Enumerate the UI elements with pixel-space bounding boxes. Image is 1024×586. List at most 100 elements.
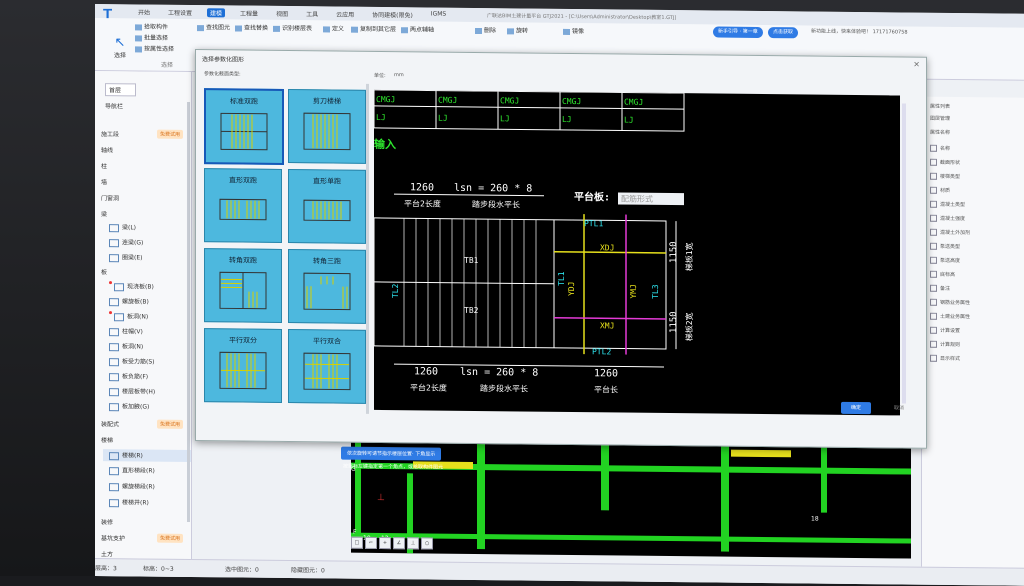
- menu-igms[interactable]: IGMS: [428, 10, 449, 19]
- nav-earthwork[interactable]: 土方: [101, 549, 113, 558]
- checkbox-icon[interactable]: [930, 159, 937, 166]
- hint-toast[interactable]: 依次旋转可请节指示楼层位置· 下角显示: [341, 447, 441, 461]
- nav-scrollbar[interactable]: [187, 102, 190, 522]
- nav-beam-l[interactable]: 梁(L): [109, 222, 136, 232]
- select-by-attr-button[interactable]: 按属性选择: [135, 43, 174, 52]
- snap-button[interactable]: +: [379, 537, 391, 549]
- snap-button[interactable]: ∠: [393, 537, 405, 549]
- copy-to-floor-button[interactable]: 复制到其它层: [351, 24, 396, 33]
- cancel-button[interactable]: 取消: [884, 402, 914, 414]
- menu-cloud[interactable]: 云应用: [333, 9, 357, 18]
- prop-tab-layers[interactable]: 图层管理: [930, 115, 950, 122]
- checkbox-icon[interactable]: [930, 257, 937, 264]
- checkbox-icon[interactable]: [930, 229, 937, 236]
- prop-row[interactable]: 泵送高度: [930, 257, 960, 264]
- close-icon[interactable]: ×: [913, 60, 920, 69]
- nav-decoration[interactable]: 装修: [101, 517, 113, 526]
- nav-construction-section[interactable]: 施工段: [101, 129, 119, 138]
- prop-row[interactable]: 截面形状: [930, 159, 960, 166]
- nav-stair-r[interactable]: 楼梯(R): [103, 449, 191, 461]
- nav-slab-haunch[interactable]: 板加腋(G): [109, 401, 149, 411]
- nav-cast-slab[interactable]: 现浇板(B): [109, 281, 154, 291]
- stair-parameter-drawing[interactable]: CMGJ CMGJ CMGJ CMGJ CMGJ LJ LJ LJ LJ LJ …: [374, 90, 900, 416]
- prop-row[interactable]: 钢筋业务属性: [930, 299, 970, 306]
- rotate-button[interactable]: 旋转: [507, 25, 528, 34]
- snap-button[interactable]: ⌐: [365, 537, 377, 549]
- nav-prefab[interactable]: 装配式: [101, 419, 119, 428]
- define-button[interactable]: 定义: [323, 23, 344, 32]
- select-tool-button[interactable]: ↖ 选择: [109, 36, 131, 62]
- checkbox-icon[interactable]: [930, 327, 937, 334]
- prop-row[interactable]: 计算设置: [930, 327, 960, 334]
- nav-stairs[interactable]: 楼梯: [101, 435, 113, 444]
- batch-select-button[interactable]: 批量选择: [135, 32, 168, 41]
- snap-button[interactable]: ⊥: [407, 537, 419, 549]
- snap-button[interactable]: ○: [421, 537, 433, 549]
- ok-button[interactable]: 确定: [841, 402, 871, 414]
- checkbox-icon[interactable]: [930, 215, 937, 222]
- checkbox-icon[interactable]: [930, 201, 937, 208]
- menu-quantity[interactable]: 工程量: [237, 8, 261, 17]
- tile-straight-double[interactable]: 直形双跑: [204, 168, 282, 243]
- nav-slab-rebar[interactable]: 板受力筋(S): [109, 356, 155, 366]
- nav-slab[interactable]: 板: [101, 267, 107, 276]
- nav-slab-negative-rebar[interactable]: 板负筋(F): [109, 371, 148, 381]
- menu-tools[interactable]: 工具: [303, 9, 321, 18]
- checkbox-icon[interactable]: [930, 299, 937, 306]
- nav-link-beam[interactable]: 连梁(G): [109, 237, 143, 247]
- checkbox-icon[interactable]: [930, 145, 937, 152]
- nav-slab-hole-2[interactable]: 板洞(N): [109, 341, 143, 351]
- prop-row[interactable]: 材质: [930, 187, 950, 194]
- prop-row[interactable]: 底标高: [930, 271, 955, 278]
- nav-floor-strip[interactable]: 楼层板带(H): [109, 386, 155, 396]
- prop-row[interactable]: 计算规则: [930, 341, 960, 348]
- get-pill[interactable]: 点击获取: [768, 27, 798, 38]
- nav-spiral-slab[interactable]: 螺旋板(B): [109, 296, 149, 306]
- checkbox-icon[interactable]: [930, 285, 937, 292]
- checkbox-icon[interactable]: [930, 271, 937, 278]
- find-replace-button[interactable]: 查找替换: [235, 22, 268, 31]
- checkbox-icon[interactable]: [930, 313, 937, 320]
- tile-corner-double[interactable]: 转角双跑: [204, 248, 282, 323]
- prop-row[interactable]: 名称: [930, 145, 950, 152]
- tile-parallel-merge[interactable]: 平行双合: [288, 329, 366, 404]
- delete-button[interactable]: 删除: [475, 25, 496, 34]
- find-element-button[interactable]: 查找图元: [197, 22, 230, 31]
- prop-row[interactable]: 混凝土强度: [930, 215, 965, 222]
- prop-tab-list[interactable]: 属性列表: [930, 103, 950, 110]
- nav-wall[interactable]: 墙: [101, 177, 107, 186]
- nav-ring-beam[interactable]: 圈梁(E): [109, 252, 142, 262]
- menu-view[interactable]: 视图: [273, 9, 291, 18]
- nav-axis[interactable]: 轴线: [101, 145, 113, 154]
- guide-pill[interactable]: 新手引导 · 第一章: [713, 26, 763, 38]
- nav-door-window[interactable]: 门窗洞: [101, 193, 119, 202]
- checkbox-icon[interactable]: [930, 173, 937, 180]
- prop-row[interactable]: 泵送类型: [930, 243, 960, 250]
- checkbox-icon[interactable]: [930, 187, 937, 194]
- nav-column-cap[interactable]: 柱帽(V): [109, 326, 143, 336]
- menu-start[interactable]: 开始: [135, 7, 153, 16]
- checkbox-icon[interactable]: [930, 243, 937, 250]
- nav-foundation-support[interactable]: 基坑支护: [101, 533, 125, 542]
- nav-stair-well[interactable]: 楼梯井(R): [109, 497, 149, 507]
- checkbox-icon[interactable]: [930, 355, 937, 362]
- prop-row[interactable]: 混凝土外加剂: [930, 229, 970, 236]
- hint-button[interactable]: 下角显示: [415, 451, 435, 457]
- pick-element-button[interactable]: 拾取构件: [135, 21, 168, 30]
- prop-row[interactable]: 显示样式: [930, 355, 960, 362]
- tile-scissor-stair[interactable]: 剪刀楼梯: [288, 89, 366, 164]
- prop-row[interactable]: 混凝土类型: [930, 201, 965, 208]
- tile-parallel-split[interactable]: 平行双分: [204, 328, 282, 403]
- prop-row[interactable]: 土建业务属性: [930, 313, 970, 320]
- floor-dropdown[interactable]: 首层: [105, 83, 136, 96]
- menu-modeling[interactable]: 建模: [207, 8, 225, 17]
- prop-row[interactable]: 备注: [930, 285, 950, 292]
- nav-column[interactable]: 柱: [101, 161, 107, 170]
- menu-collab[interactable]: 协同建模(限免): [369, 10, 416, 19]
- mirror-button[interactable]: 镜像: [563, 26, 584, 35]
- tile-standard-double[interactable]: 标准双跑: [204, 88, 284, 165]
- nav-straight-flight[interactable]: 直形梯段(R): [109, 465, 155, 475]
- identify-floor-table-button[interactable]: 识别楼层表: [273, 23, 312, 32]
- tiles-scrollbar[interactable]: [366, 84, 369, 414]
- two-point-axis-button[interactable]: 两点辅轴: [401, 24, 434, 33]
